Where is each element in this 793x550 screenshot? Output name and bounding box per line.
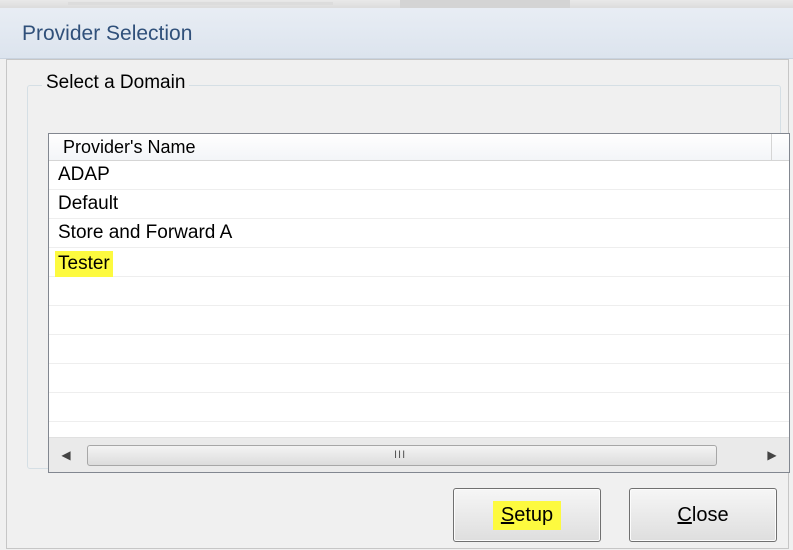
column-header-provider-name[interactable]: Provider's Name: [49, 134, 772, 160]
list-item-tester[interactable]: Tester: [49, 248, 789, 277]
setup-access-key: S: [500, 503, 515, 526]
window-title: Provider Selection: [22, 22, 193, 45]
dialog-content: Select a Domain Provider's Name ADAP Def…: [6, 59, 790, 549]
empty-row: [49, 306, 789, 335]
setup-label-rest: etup: [514, 503, 554, 526]
setup-button[interactable]: Setup: [453, 488, 601, 542]
empty-row: [49, 393, 789, 422]
empty-row: [49, 335, 789, 364]
scroll-left-arrow-icon[interactable]: ◀: [49, 438, 83, 472]
column-header-label: Provider's Name: [63, 137, 196, 157]
top-edge: [0, 0, 793, 8]
horizontal-scrollbar[interactable]: ◀ III ▶: [49, 437, 789, 472]
list-item-label: ADAP: [58, 164, 110, 185]
empty-row: [49, 364, 789, 393]
grip-icon: III: [394, 449, 407, 461]
close-button[interactable]: Close: [629, 488, 777, 542]
groupbox-label: Select a Domain: [42, 72, 190, 94]
provider-selection-window: Provider Selection Select a Domain Provi…: [0, 0, 793, 550]
setup-button-label: Setup: [492, 500, 562, 530]
scroll-thumb[interactable]: III: [87, 445, 717, 466]
list-item-label: Default: [58, 193, 119, 214]
list-item-default[interactable]: Default: [49, 190, 789, 219]
empty-row: [49, 277, 789, 306]
list-rows: ADAP Default Store and Forward A Tester: [49, 161, 789, 422]
title-bar[interactable]: Provider Selection: [0, 8, 793, 59]
list-item-store-and-forward-a[interactable]: Store and Forward A: [49, 219, 789, 248]
list-header: Provider's Name: [49, 134, 789, 161]
scroll-right-arrow-icon[interactable]: ▶: [755, 438, 789, 472]
close-label-rest: lose: [691, 503, 729, 526]
list-item-adap[interactable]: ADAP: [49, 161, 789, 190]
list-item-label-highlighted: Tester: [55, 251, 113, 277]
close-button-label: Close: [677, 504, 728, 527]
domain-groupbox: Select a Domain Provider's Name ADAP Def…: [27, 72, 790, 473]
close-access-key: C: [677, 503, 692, 526]
provider-listview[interactable]: Provider's Name ADAP Default Store and F…: [48, 133, 790, 473]
list-item-label: Store and Forward A: [58, 222, 233, 243]
